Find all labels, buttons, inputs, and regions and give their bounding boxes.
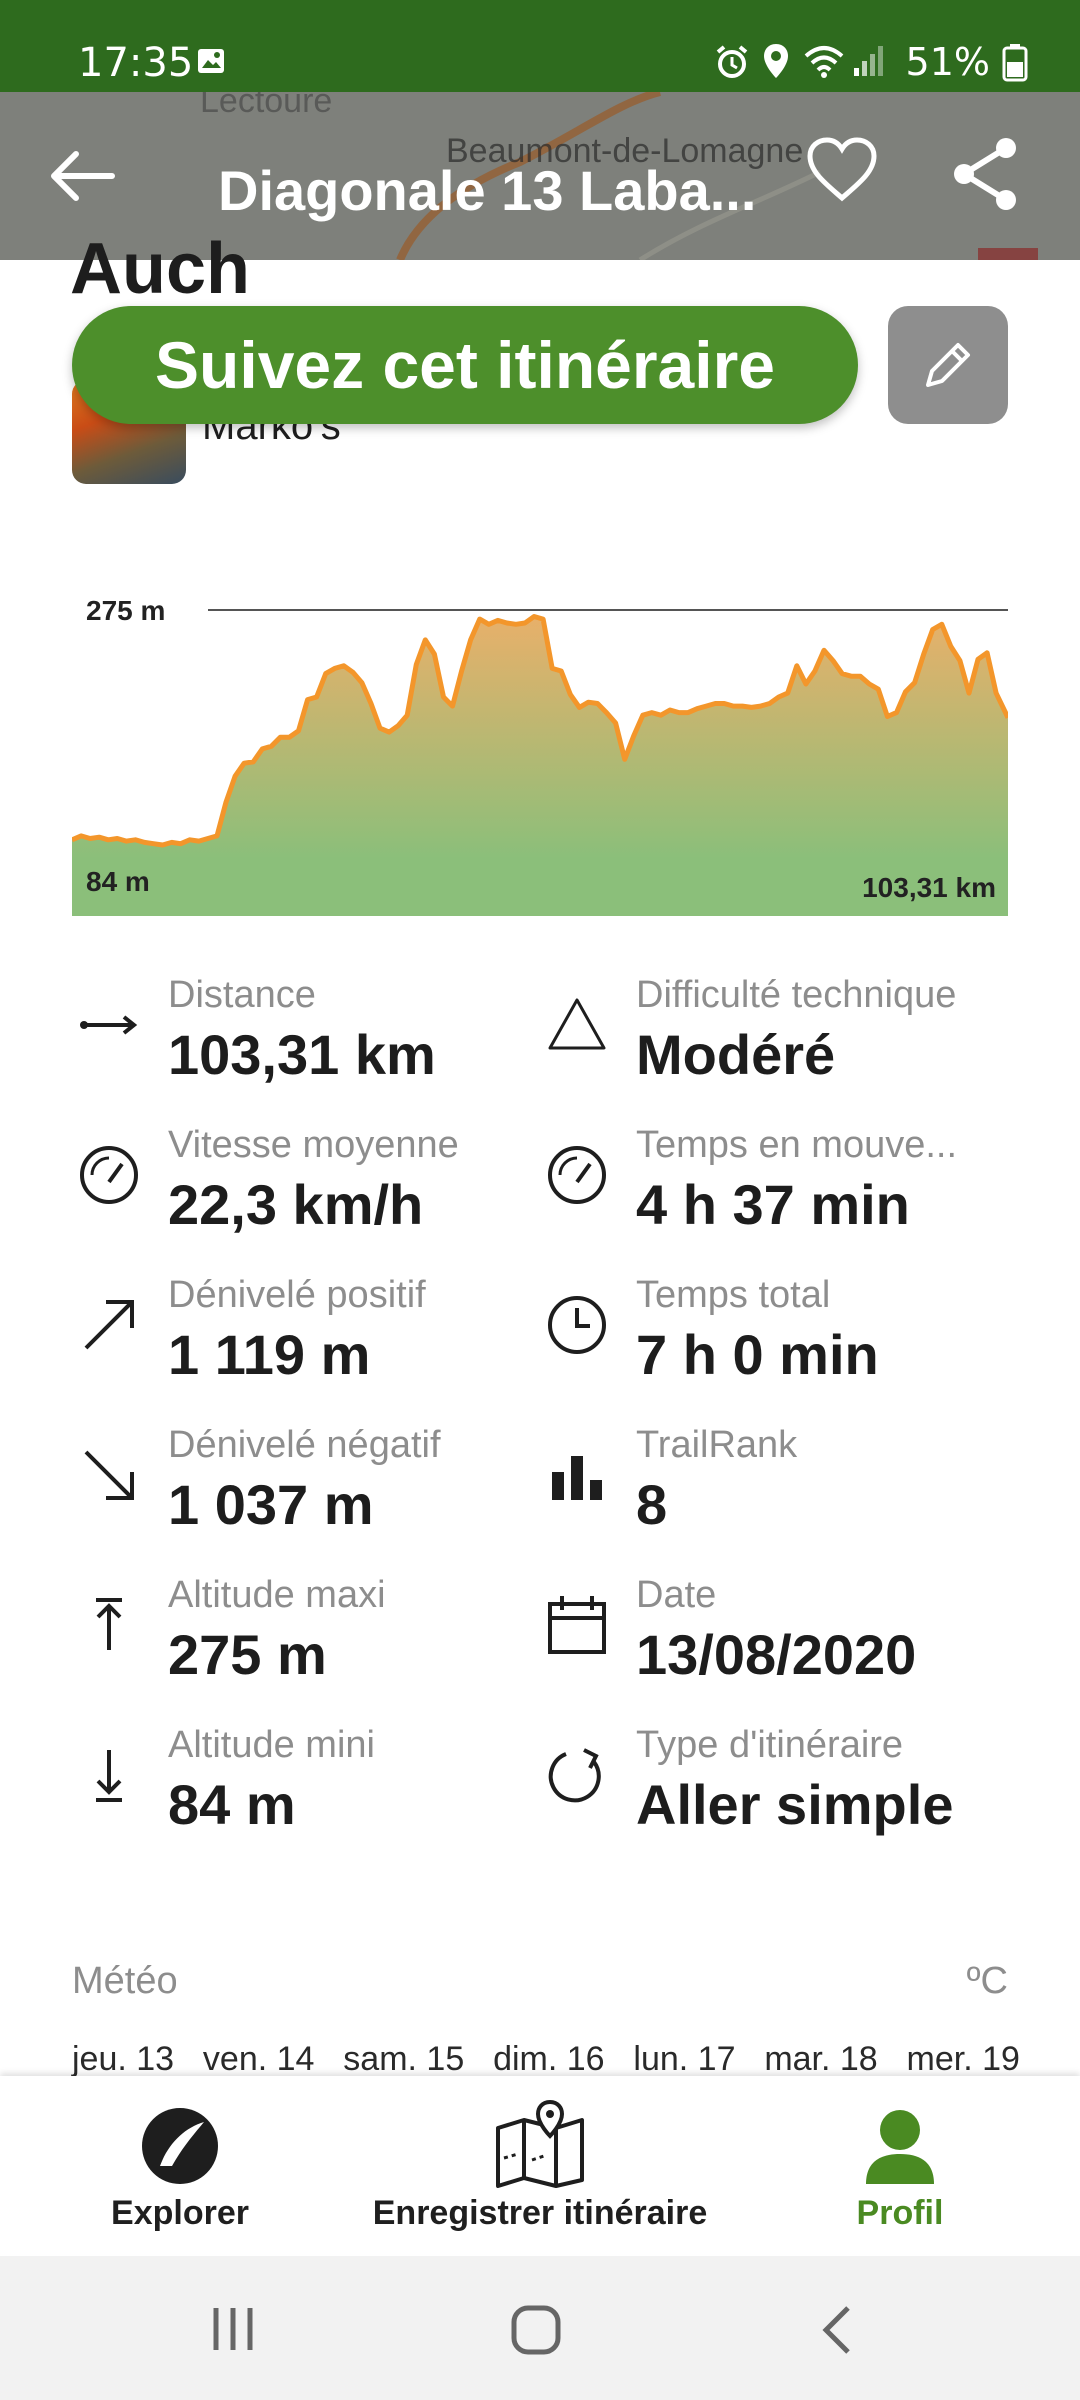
map-label-lectoure: Lectoure (200, 92, 333, 120)
stat-value: 103,31 km (168, 1023, 436, 1086)
stat-date: Date 13/08/2020 (540, 1574, 1000, 1714)
arrow-up-right-icon (84, 1300, 134, 1350)
nav-explorer-label: Explorer (111, 2194, 249, 2232)
weather-day[interactable]: sam. 15 (343, 2040, 464, 2079)
alarm-icon (716, 45, 748, 78)
weather-day[interactable]: mer. 19 (907, 2040, 1020, 2079)
altitude-max-icon (96, 1598, 122, 1650)
weather-title: Météo (72, 1960, 178, 2002)
nav-record[interactable]: Enregistrer itinéraire (360, 2076, 720, 2256)
pencil-icon (926, 343, 970, 387)
system-back-icon[interactable] (818, 2304, 858, 2356)
stat-value: Modéré (636, 1023, 836, 1086)
battery-icon (1002, 44, 1028, 82)
weather-day[interactable]: jeu. 13 (72, 2040, 174, 2079)
bottom-navigation: Explorer Enregistrer itinéraire Profil (0, 2076, 1080, 2256)
nav-explorer[interactable]: Explorer (100, 2076, 260, 2256)
calendar-icon (548, 1596, 606, 1654)
stat-label: Distance (168, 974, 316, 1016)
stat-altitude-mini: Altitude mini 84 m (72, 1724, 532, 1864)
horizontal-arrows-icon (80, 1015, 138, 1035)
stat-value: 7 h 0 min (636, 1323, 879, 1386)
stat-type-d-itin-raire: Type d'itinéraire Aller simple (540, 1724, 1000, 1864)
stat-distance: Distance 103,31 km (72, 974, 532, 1114)
stat-label: TrailRank (636, 1424, 798, 1466)
stat-label: Temps en mouve... (636, 1124, 958, 1166)
triangle-icon (548, 998, 606, 1050)
clock-icon (548, 1296, 606, 1354)
stat-trailrank: TrailRank 8 (540, 1424, 1000, 1564)
speedometer-icon (80, 1146, 138, 1204)
nav-profile-label: Profil (856, 2194, 944, 2232)
image-notification-icon (198, 49, 224, 73)
map-pin-icon (496, 2099, 584, 2188)
stat-difficult-technique: Difficulté technique Modéré (540, 974, 1000, 1114)
stat-label: Type d'itinéraire (636, 1724, 904, 1766)
stat-label: Dénivelé positif (168, 1274, 426, 1316)
speedometer-icon (548, 1146, 606, 1204)
stat-label: Altitude mini (168, 1724, 375, 1766)
home-icon[interactable] (508, 2302, 564, 2358)
follow-route-button[interactable]: Suivez cet itinéraire (72, 306, 858, 424)
weather-day[interactable]: mar. 18 (764, 2040, 877, 2079)
stat-value: 84 m (168, 1773, 296, 1836)
explore-icon (142, 2108, 218, 2184)
stat-value: 22,3 km/h (168, 1173, 424, 1236)
arrow-down-right-icon (84, 1450, 134, 1500)
share-icon[interactable] (950, 136, 1022, 212)
profile-icon (866, 2110, 934, 2184)
stat-temps-total: Temps total 7 h 0 min (540, 1274, 1000, 1414)
stat-label: Altitude maxi (168, 1574, 386, 1616)
system-navigation-bar (0, 2256, 1080, 2400)
stat-label: Date (636, 1574, 717, 1616)
elevation-chart[interactable]: 275 m 84 m 103,31 km (72, 580, 1008, 916)
stat-value: 8 (636, 1473, 668, 1536)
stat-d-nivel-positif: Dénivelé positif 1 119 m (72, 1274, 532, 1414)
nav-record-label: Enregistrer itinéraire (372, 2194, 708, 2232)
weather-days: jeu. 13 ven. 14 sam. 15 dim. 16 lun. 17 … (72, 2040, 1020, 2079)
edit-button[interactable] (888, 306, 1008, 424)
weather-day[interactable]: lun. 17 (633, 2040, 735, 2079)
y-min-label: 84 m (86, 866, 150, 897)
stat-value: 13/08/2020 (636, 1623, 917, 1686)
route-title: Auch (70, 229, 250, 309)
elevation-area (72, 616, 1008, 858)
stat-value: 1 037 m (168, 1473, 374, 1536)
stat-value: 4 h 37 min (636, 1173, 910, 1236)
wifi-icon (804, 46, 844, 78)
stat-vitesse-moyenne: Vitesse moyenne 22,3 km/h (72, 1124, 532, 1264)
stat-temps-en-mouve: Temps en mouve... 4 h 37 min (540, 1124, 1000, 1264)
stat-value: Aller simple (636, 1773, 954, 1836)
y-max-label: 275 m (86, 595, 165, 626)
status-bar: 17:35 51% (0, 0, 1080, 92)
battery-percent: 51% (905, 40, 990, 84)
stat-altitude-maxi: Altitude maxi 275 m (72, 1574, 532, 1714)
temperature-unit-toggle[interactable]: ºC (967, 1960, 1008, 2003)
x-end-label: 103,31 km (862, 872, 996, 903)
stat-d-nivel-n-gatif: Dénivelé négatif 1 037 m (72, 1424, 532, 1564)
heart-icon[interactable] (806, 136, 878, 204)
stat-label: Temps total (636, 1274, 831, 1316)
altitude-min-icon (96, 1750, 122, 1802)
stat-value: 275 m (168, 1623, 327, 1686)
status-time: 17:35 (78, 40, 194, 86)
page-title: Diagonale 13 Laba... (218, 159, 757, 222)
loop-arrow-icon (548, 1748, 601, 1803)
back-arrow-icon[interactable] (48, 146, 118, 206)
weather-day[interactable]: dim. 16 (493, 2040, 605, 2079)
stat-label: Vitesse moyenne (168, 1124, 459, 1166)
stat-value: 1 119 m (168, 1323, 371, 1386)
location-icon (764, 44, 788, 78)
weather-day[interactable]: ven. 14 (203, 2040, 315, 2079)
recent-apps-icon[interactable] (208, 2304, 258, 2354)
stat-label: Dénivelé négatif (168, 1424, 441, 1466)
nav-profile[interactable]: Profil (820, 2076, 980, 2256)
signal-icon (854, 46, 883, 76)
stat-label: Difficulté technique (636, 974, 957, 1016)
bar-chart-icon (552, 1456, 602, 1500)
